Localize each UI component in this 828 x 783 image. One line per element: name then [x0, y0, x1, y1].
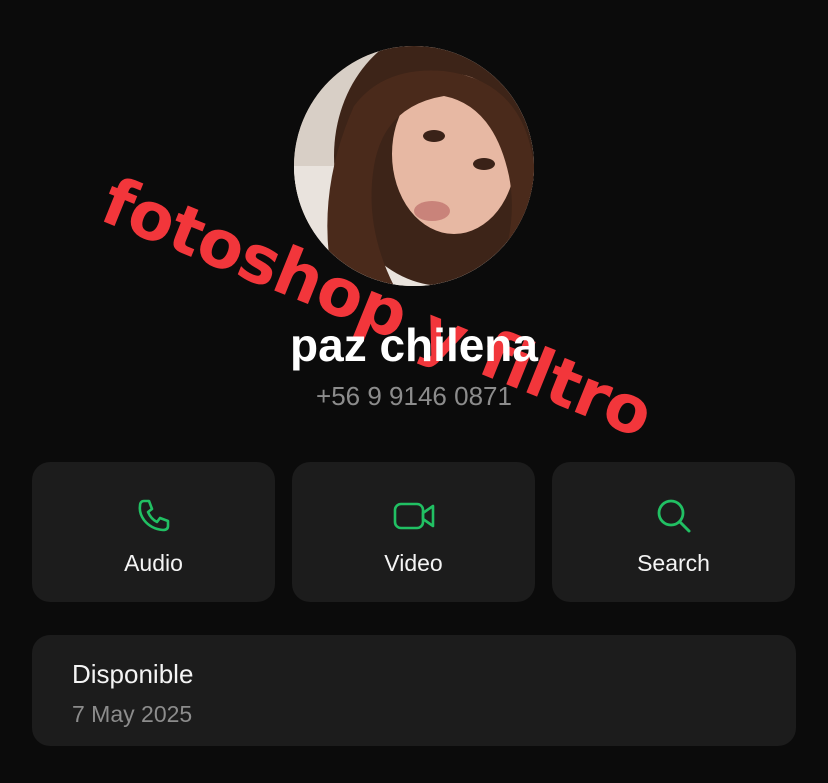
video-call-button[interactable]: Video [292, 462, 535, 602]
audio-label: Audio [124, 550, 183, 576]
contact-name: paz chilena [290, 319, 538, 371]
phone-icon [132, 496, 176, 536]
status-text: Disponible [72, 659, 194, 689]
search-button[interactable]: Search [552, 462, 795, 602]
search-icon [652, 496, 696, 536]
search-label: Search [637, 550, 710, 576]
video-camera-icon [392, 496, 436, 536]
video-label: Video [384, 550, 443, 576]
about-status-card[interactable]: Disponible 7 May 2025 [32, 635, 796, 746]
audio-call-button[interactable]: Audio [32, 462, 275, 602]
contact-phone: +56 9 9146 0871 [316, 381, 512, 411]
status-date: 7 May 2025 [72, 701, 193, 727]
